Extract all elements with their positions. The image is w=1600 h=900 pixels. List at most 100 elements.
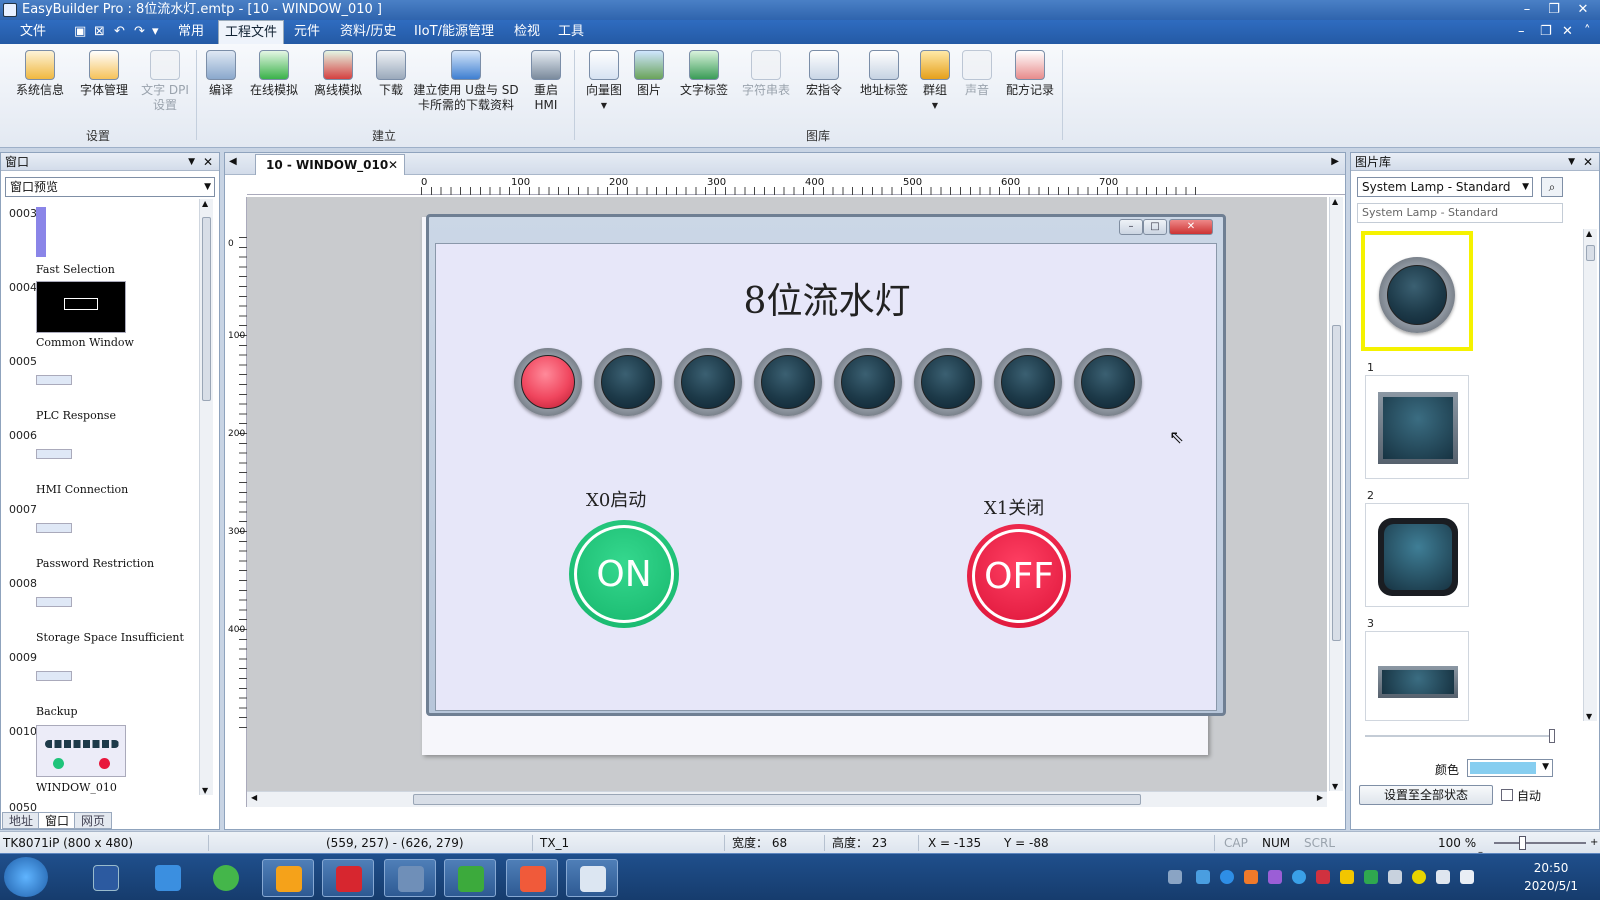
vector-dropdown-icon[interactable]: ▼ [584, 98, 624, 113]
window-thumbnail[interactable] [36, 281, 126, 333]
scroll-down-icon[interactable]: ▼ [1586, 712, 1592, 721]
download-button[interactable]: 下载 [374, 50, 408, 98]
off-button[interactable]: OFF [967, 524, 1071, 628]
lamp-off[interactable] [914, 348, 982, 416]
scrollbar-thumb[interactable] [1586, 245, 1595, 261]
tray-app-icon[interactable] [1244, 870, 1258, 884]
tray-app-icon[interactable] [1388, 870, 1402, 884]
library-item[interactable] [1365, 503, 1469, 607]
volume-icon[interactable] [1460, 870, 1474, 884]
menu-data-history[interactable]: 资料/历史 [334, 20, 402, 44]
tab-window[interactable]: 窗口 [38, 812, 77, 829]
vector-button[interactable]: 向量图 ▼ [584, 50, 624, 113]
menu-tools[interactable]: 工具 [552, 20, 590, 44]
window-name[interactable]: Password Restriction [36, 557, 154, 570]
menu-iiot[interactable]: IIoT/能源管理 [408, 20, 500, 44]
doc-close-icon[interactable]: ✕ [1556, 20, 1579, 44]
address-tag-button[interactable]: 地址标签 [856, 50, 912, 98]
window-thumbnail[interactable] [36, 375, 72, 385]
library-dropdown[interactable]: System Lamp - Standard ▼ [1357, 177, 1533, 197]
build-usb-sd-button[interactable]: 建立使用 U盘与 SD 卡所需的下载资料 [410, 50, 522, 113]
size-slider-track[interactable] [1365, 735, 1555, 737]
taskbar-pinned-app[interactable] [80, 859, 132, 897]
close-icon[interactable]: ✕ [1570, 0, 1596, 20]
font-manager-button[interactable]: 字体管理 [78, 50, 130, 98]
text-tag-button[interactable]: 文字标签 [676, 50, 732, 98]
browser-icon[interactable] [1220, 870, 1234, 884]
start-label[interactable]: X0启动 [586, 486, 646, 512]
tray-app-icon[interactable] [1412, 870, 1426, 884]
zoom-slider-track[interactable] [1494, 842, 1586, 844]
canvas-vertical-scrollbar[interactable]: ▲ ▼ [1329, 197, 1343, 791]
panel-close-icon[interactable]: ✕ [1583, 153, 1593, 171]
recipe-button[interactable]: 配方记录 [1002, 50, 1058, 98]
doc-restore-icon[interactable]: ❐ [1534, 20, 1558, 44]
reboot-hmi-button[interactable]: 重启 HMI [526, 50, 566, 113]
compile-button[interactable]: 编译 [204, 50, 238, 98]
tray-app-icon[interactable] [1268, 870, 1282, 884]
doc-minimize-icon[interactable]: – [1512, 20, 1531, 44]
shield-icon[interactable] [1364, 870, 1378, 884]
taskbar-app-window[interactable] [566, 859, 618, 897]
window-thumbnail[interactable] [36, 597, 72, 607]
window-name[interactable]: Backup [36, 705, 78, 718]
taskbar-app-red[interactable] [506, 859, 558, 897]
lamp-on[interactable] [514, 348, 582, 416]
menu-common[interactable]: 常用 [172, 20, 210, 44]
menu-view[interactable]: 检视 [508, 20, 546, 44]
scroll-up-icon[interactable]: ▲ [1586, 229, 1592, 238]
library-item[interactable] [1365, 375, 1469, 479]
lamp-off[interactable] [674, 348, 742, 416]
group-button[interactable]: 群组 ▼ [918, 50, 952, 113]
hmi-title[interactable]: 8位流水灯 [436, 272, 1218, 324]
tab-close-icon[interactable]: ✕ [388, 155, 398, 175]
window-name[interactable]: PLC Response [36, 409, 116, 422]
window-list-scrollbar[interactable]: ▲ ▼ [199, 199, 213, 795]
canvas-horizontal-scrollbar[interactable]: ◀ ▶ [247, 791, 1327, 807]
tab-address[interactable]: 地址 [2, 812, 41, 829]
lamp-off[interactable] [994, 348, 1062, 416]
panel-menu-icon[interactable]: ▼ [188, 153, 195, 171]
ribbon-collapse-icon[interactable]: ˄ [1578, 20, 1597, 44]
sound-button[interactable]: 声音 [960, 50, 994, 98]
clock[interactable]: 20:50 2020/5/1 [1524, 859, 1578, 895]
scroll-right-icon[interactable]: ▶ [1317, 793, 1323, 802]
scroll-up-icon[interactable]: ▲ [202, 199, 208, 208]
window-thumbnail[interactable] [36, 207, 46, 257]
lamp-off[interactable] [594, 348, 662, 416]
scroll-down-icon[interactable]: ▼ [1332, 782, 1338, 791]
tray-app-icon[interactable] [1196, 870, 1210, 884]
auto-checkbox[interactable] [1501, 789, 1513, 801]
online-sim-button[interactable]: 在线模拟 [246, 50, 302, 98]
stop-label[interactable]: X1关闭 [984, 494, 1044, 520]
window-thumbnail[interactable] [36, 523, 72, 533]
window-name[interactable]: Storage Space Insufficient [36, 631, 184, 644]
library-browse-icon[interactable]: ⌕ [1541, 177, 1563, 197]
keyboard-icon[interactable] [1168, 870, 1182, 884]
tab-web[interactable]: 网页 [74, 812, 113, 829]
start-button[interactable] [4, 857, 48, 897]
menu-objects[interactable]: 元件 [288, 20, 326, 44]
text-dpi-button[interactable]: 文字 DPI 设置 [138, 50, 192, 113]
panel-menu-icon[interactable]: ▼ [1568, 153, 1575, 171]
window-thumbnail[interactable] [36, 671, 72, 681]
string-table-button[interactable]: 字符串表 [738, 50, 794, 98]
lamp-off[interactable] [834, 348, 902, 416]
lamp-off[interactable] [754, 348, 822, 416]
minimize-icon[interactable]: – [1514, 0, 1540, 20]
quick-access-dropdown-icon[interactable]: ▾ [146, 20, 165, 44]
offline-sim-button[interactable]: 离线模拟 [310, 50, 366, 98]
editor-tab[interactable]: 10 - WINDOW_010 ✕ [255, 154, 405, 175]
tab-scroll-left-icon[interactable]: ◀ [229, 156, 237, 167]
window-name[interactable]: WINDOW_010 [36, 781, 117, 794]
scrollbar-thumb[interactable] [202, 217, 211, 401]
scrollbar-thumb[interactable] [1332, 325, 1341, 641]
panel-close-icon[interactable]: ✕ [203, 153, 213, 171]
tray-app-icon[interactable] [1316, 870, 1330, 884]
zoom-slider-handle[interactable] [1519, 836, 1526, 850]
window-thumbnail-active[interactable] [36, 725, 126, 777]
tab-scroll-right-icon[interactable]: ▶ [1331, 156, 1339, 167]
set-all-states-button[interactable]: 设置至全部状态 [1359, 785, 1493, 805]
window-thumbnail[interactable] [36, 449, 72, 459]
scrollbar-thumb[interactable] [413, 794, 1141, 805]
